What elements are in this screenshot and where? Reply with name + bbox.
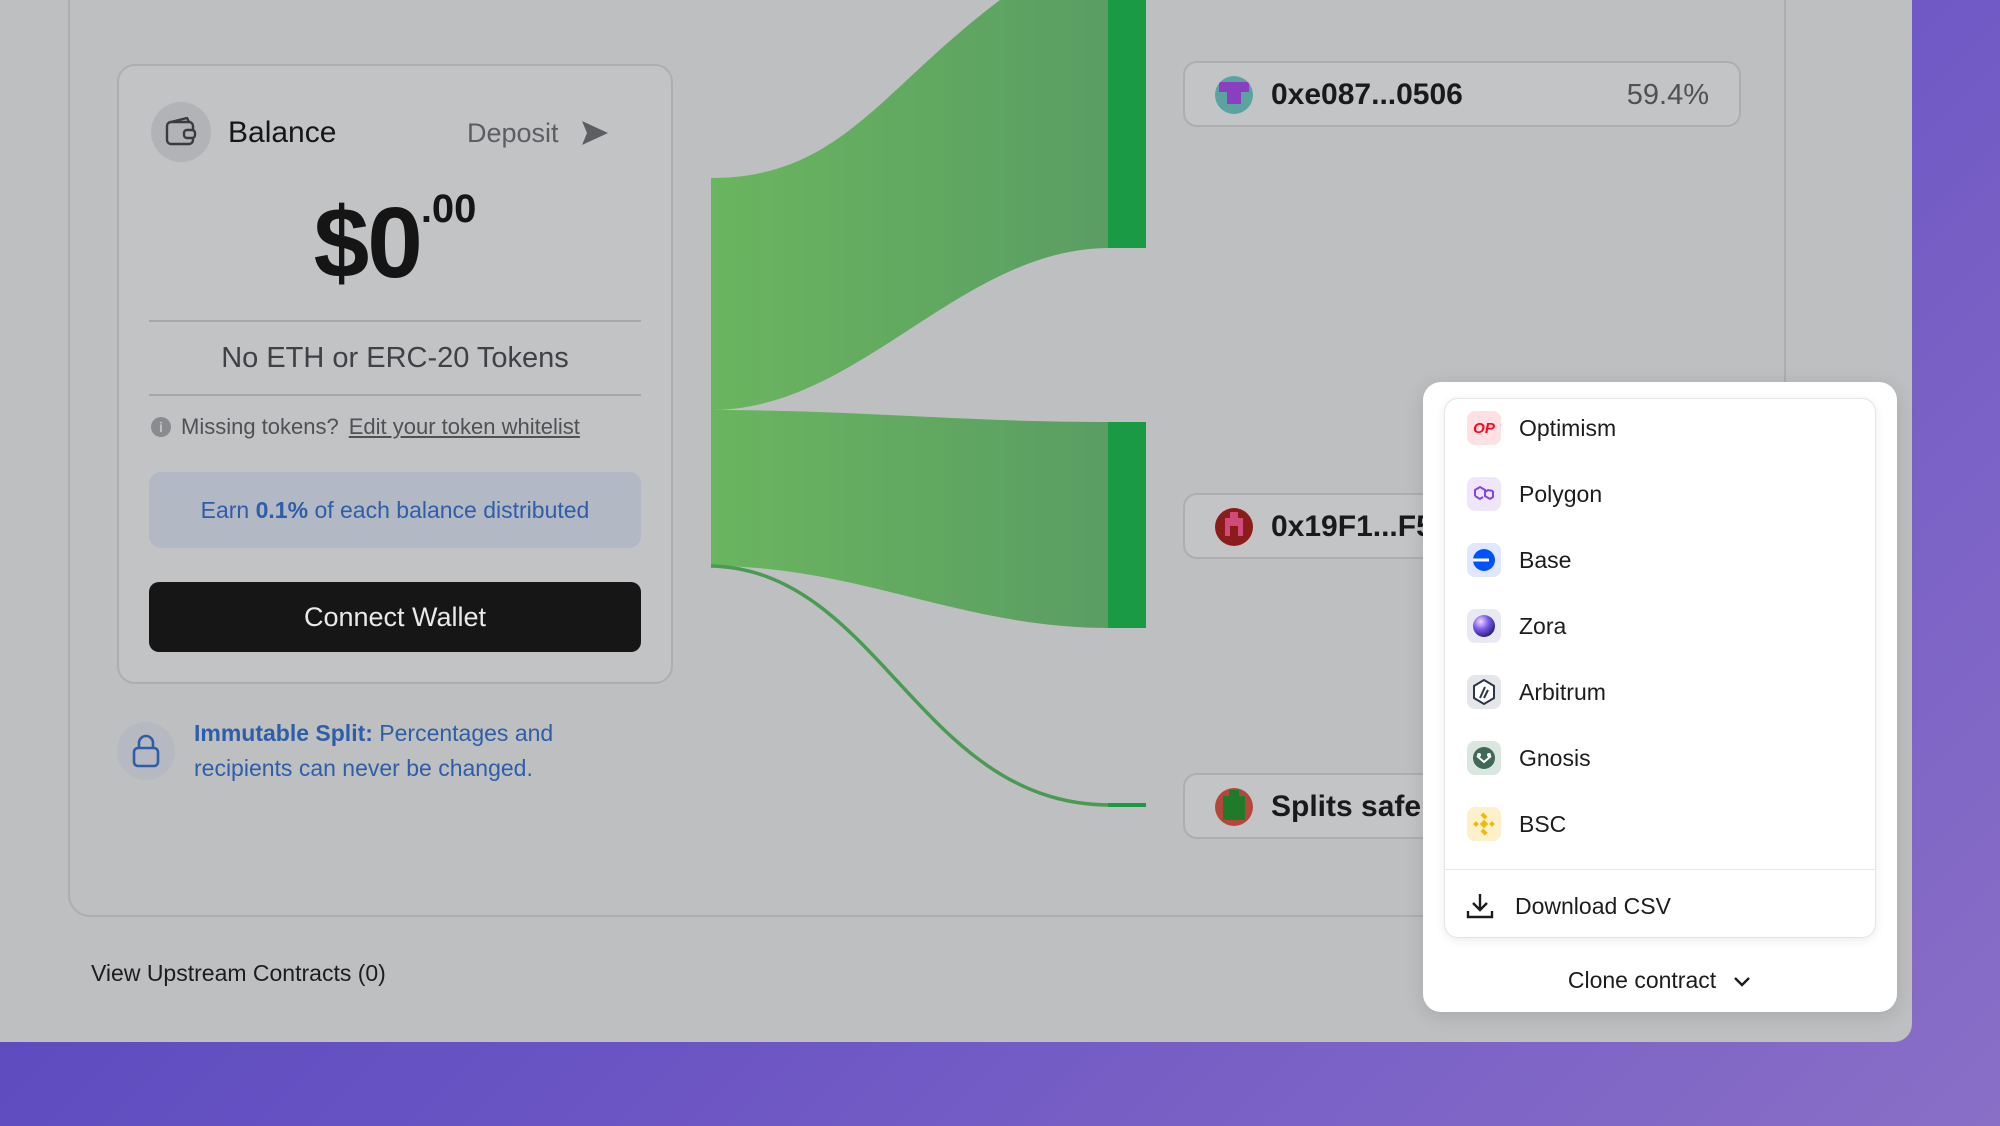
menu-item-label: Base [1519, 546, 1572, 573]
download-csv-button[interactable]: Download CSV [1445, 877, 1875, 935]
recipient-avatar [1215, 788, 1253, 826]
flow-band-1 [711, 0, 1110, 410]
recipient-row[interactable]: Splits safe t [1183, 773, 1443, 839]
menu-item-arbitrum[interactable]: Arbitrum [1445, 663, 1875, 721]
clone-chain-menu: OP Optimism Polygon Base Zora Arbitrum G… [1444, 398, 1876, 938]
recipient-percent: 59.4% [1626, 79, 1709, 111]
download-icon [1465, 891, 1495, 926]
menu-item-polygon[interactable]: Polygon [1445, 465, 1875, 523]
recipient-avatar [1215, 76, 1253, 114]
gnosis-icon [1467, 741, 1501, 775]
node-bar-3 [1108, 803, 1146, 807]
recipient-address: 0xe087...0506 [1271, 78, 1463, 111]
arbitrum-icon [1467, 675, 1501, 709]
clone-contract-label: Clone contract [1567, 966, 1717, 993]
menu-item-base[interactable]: Base [1445, 531, 1875, 589]
menu-item-label: Gnosis [1519, 744, 1591, 771]
menu-item-label: Polygon [1519, 480, 1603, 507]
recipient-address: Splits safe t [1271, 790, 1440, 823]
recipient-row[interactable]: 0x19F1...F5C [1183, 493, 1454, 559]
view-upstream-link[interactable]: View Upstream Contracts (0) [91, 960, 386, 987]
recipient-avatar [1215, 508, 1253, 546]
node-bar-1 [1108, 0, 1146, 248]
node-bar-2 [1108, 422, 1146, 628]
flow-band-2 [711, 410, 1110, 628]
optimism-icon: OP [1467, 411, 1501, 445]
recipient-row[interactable]: 0xe087...0506 59.4% [1183, 61, 1741, 127]
polygon-icon [1467, 477, 1501, 511]
chevron-down-icon [1732, 967, 1752, 994]
menu-divider [1445, 869, 1875, 870]
zora-icon [1467, 609, 1501, 643]
download-csv-label: Download CSV [1515, 892, 1671, 919]
bsc-icon [1467, 807, 1501, 841]
base-icon [1467, 543, 1501, 577]
menu-item-label: Zora [1519, 612, 1567, 639]
menu-item-bsc[interactable]: BSC [1445, 795, 1875, 853]
menu-item-label: Optimism [1519, 414, 1617, 441]
menu-item-gnosis[interactable]: Gnosis [1445, 729, 1875, 787]
menu-item-label: Arbitrum [1519, 678, 1606, 705]
clone-contract-dropdown: OP Optimism Polygon Base Zora Arbitrum G… [1423, 382, 1897, 1012]
menu-item-label: BSC [1519, 810, 1567, 837]
menu-item-zora[interactable]: Zora [1445, 597, 1875, 655]
menu-item-optimism[interactable]: OP Optimism [1445, 399, 1875, 457]
clone-contract-button[interactable]: Clone contract [1423, 960, 1897, 1000]
